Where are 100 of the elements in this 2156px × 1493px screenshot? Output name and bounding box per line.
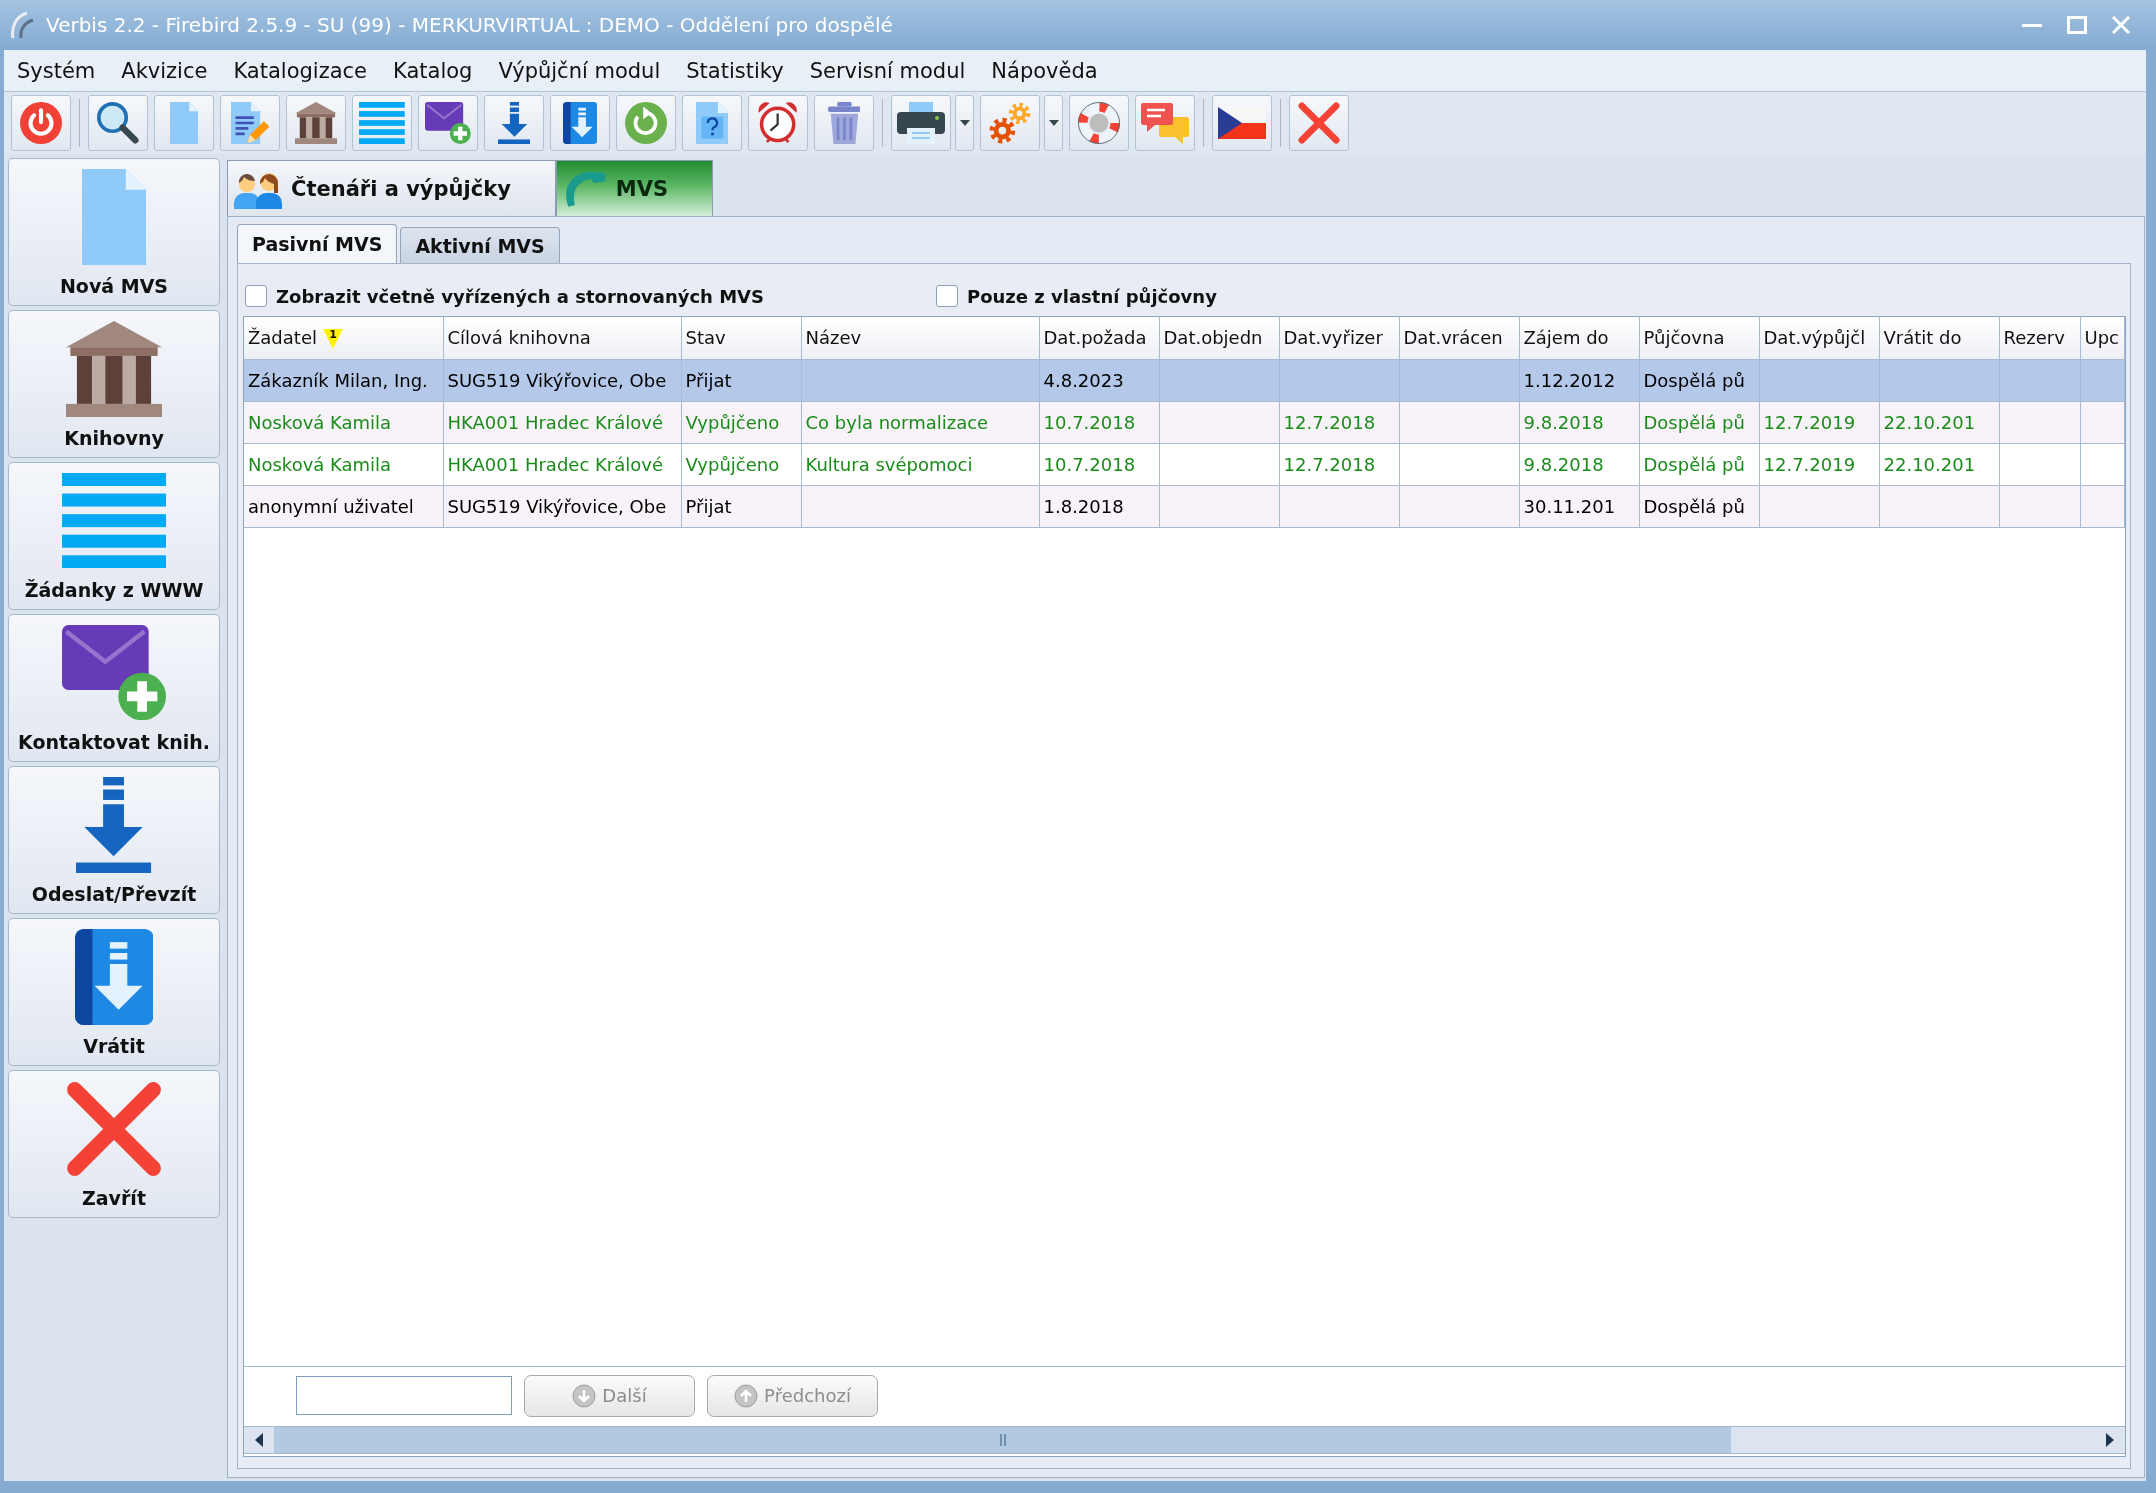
menu-item[interactable]: Nápověda [978,58,1111,83]
sidebar-button[interactable]: Nová MVS [8,158,220,306]
menu-item[interactable]: Servisní modul [796,58,979,83]
column-header[interactable]: Dat.výpůjčl [1759,317,1879,359]
table-row[interactable]: Zákazník Milan, Ing. SUG519 Vikýřovice, Obe Přijat 4.8.2023 1.12.2012 Dospělá pů [244,359,2124,401]
checkbox-label: Zobrazit včetně vyřízených a stornovaných MVS [276,285,764,307]
dropdown-button[interactable] [1044,95,1063,151]
column-header[interactable]: Rezerv [1999,317,2080,359]
search-icon [97,102,139,144]
table-cell: 22.10.201 [1879,443,1999,485]
checkbox-label: Pouze z vlastní půjčovny [967,285,1217,307]
tab[interactable]: Čtenáři a výpůjčky [227,160,556,216]
toolbar-button[interactable] [484,95,544,151]
toolbar-button[interactable] [418,95,478,151]
sidebar-button[interactable]: Vrátit [8,918,220,1066]
column-header[interactable]: Upc [2080,317,2124,359]
lifebuoy-icon [1078,102,1120,144]
column-header[interactable]: Dat.vrácen [1399,317,1519,359]
edit-document-icon [230,102,270,144]
chat-icon [1141,102,1189,144]
tab[interactable]: Pasivní MVS [237,224,398,263]
tab[interactable]: MVS [555,160,714,216]
toolbar-button[interactable] [550,95,610,151]
gears-icon [989,102,1031,144]
document-icon [169,102,199,144]
mail-plus-icon [425,102,471,144]
column-header[interactable]: Název [801,317,1039,359]
table-cell: Dospělá pů [1639,401,1759,443]
table-cell: Dospělá pů [1639,485,1759,527]
table-cell: HKA001 Hradec Králové [443,401,681,443]
close-icon[interactable] [2112,16,2130,34]
table-row[interactable]: Nosková Kamila HKA001 Hradec Králové Vypůjčeno Co byla normalizace 10.7.2018 12.7.2018 9.8.2018 Dospělá pů 12.7.2019 22.10.201 [244,401,2124,443]
list-icon [62,473,166,569]
column-header[interactable]: Cílová knihovna [443,317,681,359]
toolbar-button[interactable] [1212,95,1272,151]
building-icon [66,321,162,417]
column-header[interactable]: Dat.požada [1039,317,1159,359]
printer-icon [897,102,945,144]
column-header[interactable]: Vrátit do [1879,317,1999,359]
dropdown-button[interactable] [955,95,974,151]
column-header[interactable]: Stav [681,317,801,359]
horizontal-scrollbar[interactable] [244,1426,2125,1454]
tab[interactable]: Aktivní MVS [400,227,560,263]
table-cell: 4.8.2023 [1039,359,1159,401]
menu-item[interactable]: Akvizice [108,58,221,83]
toolbar-button[interactable] [11,95,71,151]
table-cell: 9.8.2018 [1519,443,1639,485]
menu-item[interactable]: Systém [4,58,109,83]
list-icon [359,102,405,144]
table-row[interactable]: anonymní uživatel SUG519 Vikýřovice, Obe Přijat 1.8.2018 30.11.201 Dospělá pů [244,485,2124,527]
app-logo-icon [10,11,36,39]
close-icon [66,1081,162,1177]
toolbar-button[interactable] [748,95,808,151]
checkbox[interactable] [245,285,267,307]
toolbar-button[interactable] [891,95,951,151]
menu-item[interactable]: Katalogizace [220,58,380,83]
table-cell: 30.11.201 [1519,485,1639,527]
table-cell: HKA001 Hradec Králové [443,443,681,485]
caret-right-icon [2106,1433,2114,1447]
table-row[interactable]: Nosková Kamila HKA001 Hradec Králové Vypůjčeno Kultura svépomoci 10.7.2018 12.7.2018 9.8.2018 Dospělá pů 12.7.2019 22.10.201 [244,443,2124,485]
scrollbar-thumb[interactable] [274,1427,1731,1453]
column-header[interactable]: Zájem do [1519,317,1639,359]
menu-item[interactable]: Statistiky [673,58,797,83]
power-icon [20,102,62,144]
sort-order-badge: 1 [322,328,343,349]
column-header[interactable]: Půjčovna [1639,317,1759,359]
table-cell: Přijat [681,485,801,527]
toolbar-button[interactable] [88,95,148,151]
table-cell: Nosková Kamila [244,401,443,443]
table-cell: 1.8.2018 [1039,485,1159,527]
menu-item[interactable]: Výpůjční modul [485,58,674,83]
sidebar-button[interactable]: Kontaktovat knih. [8,614,220,762]
sidebar-button[interactable]: Knihovny [8,310,220,458]
table-cell: Dospělá pů [1639,443,1759,485]
table-cell: Kultura svépomoci [801,443,1039,485]
maximize-icon[interactable] [2067,16,2087,34]
caret-left-icon [255,1433,263,1447]
menu-item[interactable]: Katalog [380,58,486,83]
toolbar-button[interactable] [286,95,346,151]
alarm-clock-icon [758,102,798,144]
sidebar-button[interactable]: Odeslat/Převzít [8,766,220,914]
table-cell: Přijat [681,359,801,401]
table-cell: 10.7.2018 [1039,443,1159,485]
column-header[interactable]: Dat.vyřizer [1279,317,1399,359]
column-header[interactable]: Žadatel 1 [244,317,443,359]
minimize-icon[interactable] [2022,23,2042,27]
sidebar-button[interactable]: Zavřít [8,1070,220,1218]
close-icon [1298,102,1340,144]
checkbox[interactable] [936,285,958,307]
caret-icon [959,120,970,126]
table-cell: 12.7.2018 [1279,443,1399,485]
sidebar-button[interactable]: Žádanky z WWW [8,462,220,610]
table-cell: 22.10.201 [1879,401,1999,443]
toolbar-button[interactable] [220,95,280,151]
table-cell: Dospělá pů [1639,359,1759,401]
document-icon [81,169,147,265]
search-field[interactable] [296,1376,512,1415]
grip-icon [999,1434,1006,1446]
column-header[interactable]: Dat.objedn [1159,317,1279,359]
table-cell: 1.12.2012 [1519,359,1639,401]
